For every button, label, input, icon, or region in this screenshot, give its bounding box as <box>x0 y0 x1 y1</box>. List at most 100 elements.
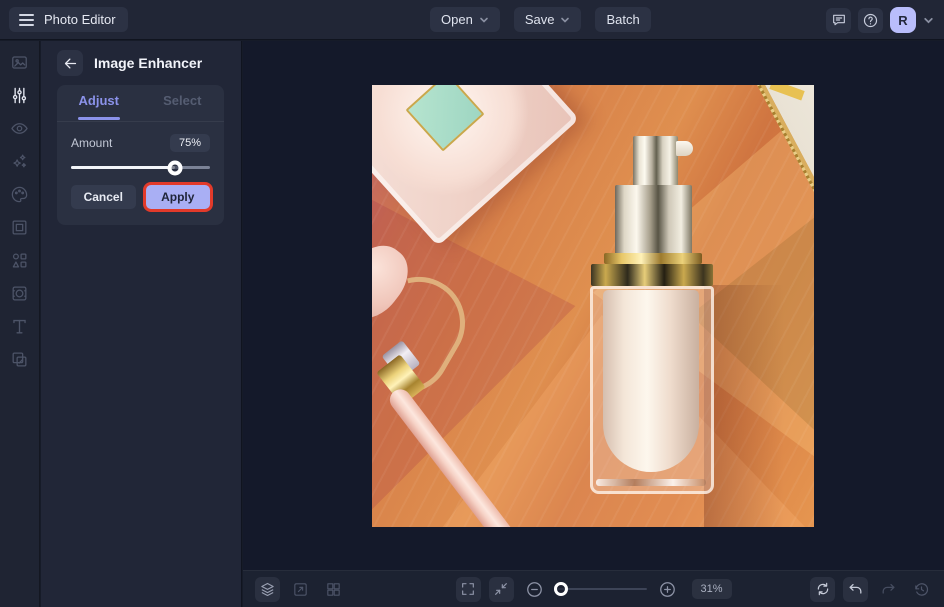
panel-actions: Cancel Apply <box>57 169 224 209</box>
adjustments-icon <box>10 86 29 105</box>
avatar[interactable]: R <box>890 7 916 33</box>
redo-icon <box>880 581 897 598</box>
redo-button[interactable] <box>876 577 901 602</box>
pump-collar <box>615 185 692 255</box>
arrow-left-icon <box>63 56 78 71</box>
image-enhancer-panel: Image Enhancer Adjust Select Amount 75% … <box>41 41 242 607</box>
open-button[interactable]: Open <box>430 7 500 32</box>
sidebar-tool-frame[interactable] <box>6 217 34 238</box>
sidebar-tool-border[interactable] <box>6 283 34 304</box>
help-icon <box>862 12 879 29</box>
zoom-value-field[interactable]: 31% <box>691 579 731 599</box>
tab-bar: Adjust Select <box>57 85 224 115</box>
grid-button[interactable] <box>321 577 346 602</box>
main-menu-button[interactable]: Photo Editor <box>9 7 128 32</box>
shapes-icon <box>10 251 29 270</box>
canvas-area <box>243 41 944 570</box>
zoom-slider-thumb[interactable] <box>554 582 568 596</box>
eye-icon <box>10 119 29 138</box>
chevron-down-icon <box>479 15 489 25</box>
zoom-controls: 31% <box>455 577 731 602</box>
border-frame-icon <box>10 284 29 303</box>
open-button-label: Open <box>441 12 473 27</box>
fit-screen-icon <box>493 581 509 597</box>
fullscreen-icon <box>460 581 476 597</box>
image-icon <box>10 53 29 72</box>
amount-row: Amount 75% <box>57 122 224 152</box>
amount-slider-fill <box>71 166 175 169</box>
sidebar-tool-adjust[interactable] <box>6 85 34 106</box>
panel-header: Image Enhancer <box>41 41 241 76</box>
amount-value-field[interactable]: 75% <box>170 134 210 152</box>
hamburger-icon <box>19 14 34 26</box>
amount-slider-thumb[interactable] <box>168 160 183 175</box>
grid-icon <box>325 581 342 598</box>
chevron-down-icon <box>560 15 570 25</box>
zoom-in-button[interactable] <box>654 577 679 602</box>
history-button[interactable] <box>909 577 934 602</box>
frame-icon <box>10 218 29 237</box>
sidebar-tool-effects[interactable] <box>6 151 34 172</box>
sidebar-tool-cutout[interactable] <box>6 349 34 370</box>
tool-sidebar <box>0 41 40 607</box>
save-button-label: Save <box>525 12 555 27</box>
cutout-icon <box>10 350 29 369</box>
tab-select[interactable]: Select <box>141 85 225 115</box>
history-controls <box>810 577 934 602</box>
sidebar-tool-elements[interactable] <box>6 250 34 271</box>
pump-stem <box>633 136 678 186</box>
amount-slider[interactable] <box>71 166 210 169</box>
bottle-shadow <box>704 285 784 527</box>
bottom-toolbar: 31% <box>243 570 944 607</box>
enhancer-card: Adjust Select Amount 75% Cancel Apply <box>57 85 224 225</box>
undo-button[interactable] <box>843 577 868 602</box>
undo-icon <box>847 581 864 598</box>
zoom-out-button[interactable] <box>521 577 546 602</box>
glass-foot <box>596 479 706 486</box>
fullscreen-button[interactable] <box>455 577 480 602</box>
canvas-image[interactable] <box>372 85 814 527</box>
history-icon <box>913 581 930 598</box>
view-options <box>255 577 346 602</box>
sparkles-icon <box>10 152 29 171</box>
tab-adjust[interactable]: Adjust <box>57 85 141 115</box>
sidebar-tool-text[interactable] <box>6 316 34 337</box>
gold-flange <box>604 253 702 264</box>
zoom-in-icon <box>657 580 676 599</box>
account-chevron-icon[interactable] <box>923 15 934 26</box>
amount-label: Amount <box>71 136 112 150</box>
pump-nozzle <box>676 141 693 156</box>
panel-title: Image Enhancer <box>94 55 202 71</box>
top-bar: Photo Editor Open Save Batch R <box>0 0 944 40</box>
pump-bottle <box>590 133 714 493</box>
sidebar-tool-image[interactable] <box>6 52 34 73</box>
compare-button[interactable] <box>288 577 313 602</box>
feedback-chat-icon <box>831 12 847 28</box>
zoom-out-icon <box>524 580 543 599</box>
apply-button[interactable]: Apply <box>146 185 211 209</box>
cream-jar-lid <box>405 85 484 152</box>
help-button[interactable] <box>858 8 883 33</box>
inner-capsule <box>603 290 699 472</box>
cancel-button[interactable]: Cancel <box>71 185 136 209</box>
sidebar-tool-retouch[interactable] <box>6 118 34 139</box>
sidebar-tool-paint[interactable] <box>6 184 34 205</box>
account-area: R <box>826 7 934 33</box>
file-actions: Open Save Batch <box>430 7 651 32</box>
photo-editor-app: Photo Editor Open Save Batch R <box>0 0 944 607</box>
batch-button[interactable]: Batch <box>595 7 650 32</box>
glass-body <box>590 286 714 494</box>
layers-icon <box>259 581 276 598</box>
layers-button[interactable] <box>255 577 280 602</box>
text-icon <box>10 317 29 336</box>
back-button[interactable] <box>57 50 83 76</box>
amount-slider-wrap <box>57 152 224 169</box>
compare-icon <box>292 581 309 598</box>
reset-icon <box>815 581 831 597</box>
fit-screen-button[interactable] <box>488 577 513 602</box>
batch-button-label: Batch <box>606 12 639 27</box>
reset-button[interactable] <box>810 577 835 602</box>
zoom-slider[interactable] <box>554 588 646 590</box>
feedback-button[interactable] <box>826 8 851 33</box>
save-button[interactable]: Save <box>514 7 582 32</box>
